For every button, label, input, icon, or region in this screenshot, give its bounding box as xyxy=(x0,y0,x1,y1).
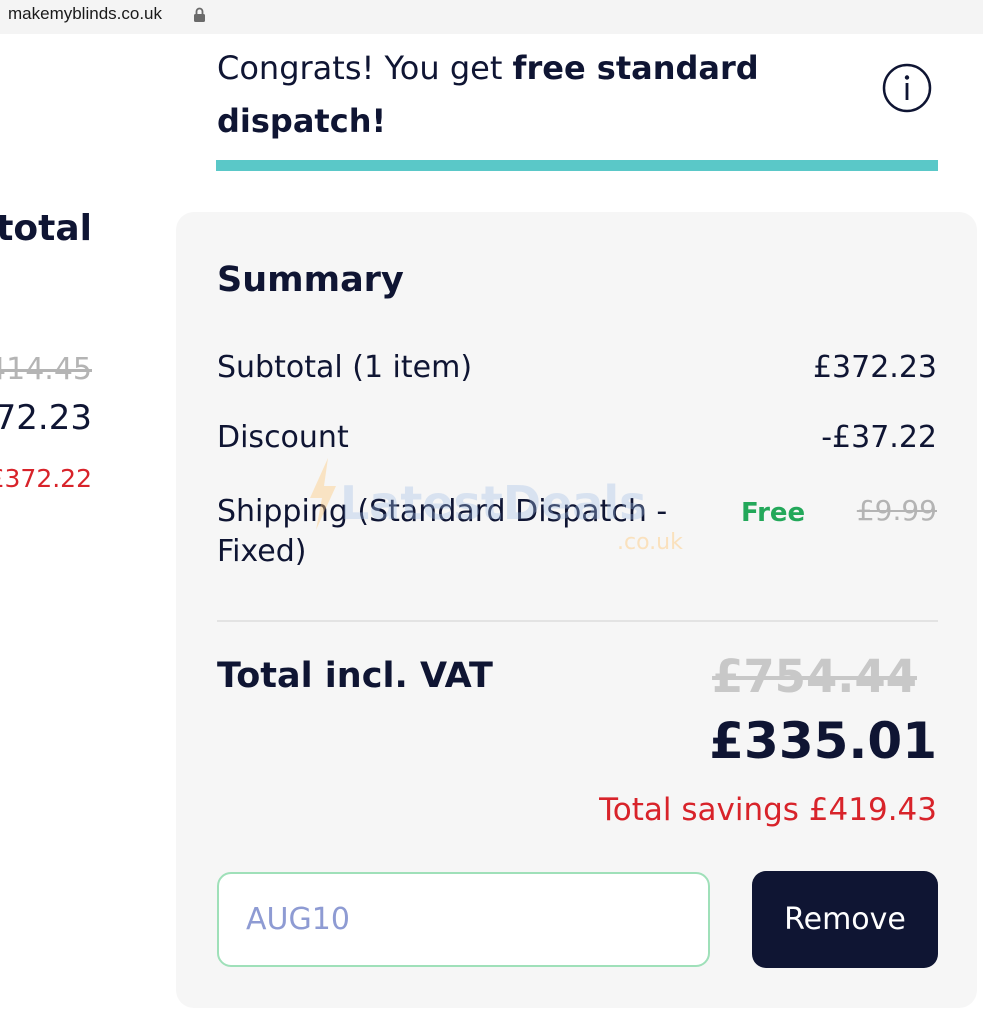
info-icon[interactable] xyxy=(882,63,932,113)
subtotal-value: £372.23 xyxy=(812,350,937,385)
discount-value: -£37.22 xyxy=(821,420,937,455)
lock-icon xyxy=(194,7,205,22)
free-dispatch-progress-bar xyxy=(216,160,938,171)
subtotal-label: Subtotal (1 item) xyxy=(217,350,473,385)
item-subtotal-heading: Subtotal xyxy=(0,208,92,249)
watermark-logo-sub: .co.uk xyxy=(617,530,683,555)
item-old-price: £414.45 xyxy=(0,352,92,387)
promo-code-input[interactable] xyxy=(217,872,710,967)
free-dispatch-message: Congrats! You get free standard dispatch… xyxy=(217,42,837,148)
total-price: £335.01 xyxy=(709,712,937,770)
browser-address-bar[interactable]: makemyblinds.co.uk xyxy=(0,0,983,34)
progress-fill xyxy=(216,160,938,171)
discount-label: Discount xyxy=(217,420,349,455)
shipping-old-price: £9.99 xyxy=(856,494,937,527)
watermark-bolt-icon xyxy=(310,458,336,530)
total-savings: Total savings £419.43 xyxy=(599,792,937,828)
total-old-price: £754.44 xyxy=(712,650,917,703)
free-dispatch-prefix: Congrats! You get xyxy=(217,49,513,87)
cart-item-column: Subtotal £414.45 £372.23 Save £372.22 xyxy=(0,0,100,1024)
item-new-price: £372.23 xyxy=(0,398,92,438)
summary-title: Summary xyxy=(217,260,404,300)
summary-divider xyxy=(217,620,938,622)
watermark-logo: LatestDeals xyxy=(340,476,647,530)
item-savings: Save £372.22 xyxy=(0,464,92,493)
remove-promo-button[interactable]: Remove xyxy=(752,871,938,968)
total-label: Total incl. VAT xyxy=(217,656,493,696)
order-summary-card: Summary Subtotal (1 item) £372.23 Discou… xyxy=(176,212,977,1008)
shipping-free-badge: Free xyxy=(741,498,806,528)
